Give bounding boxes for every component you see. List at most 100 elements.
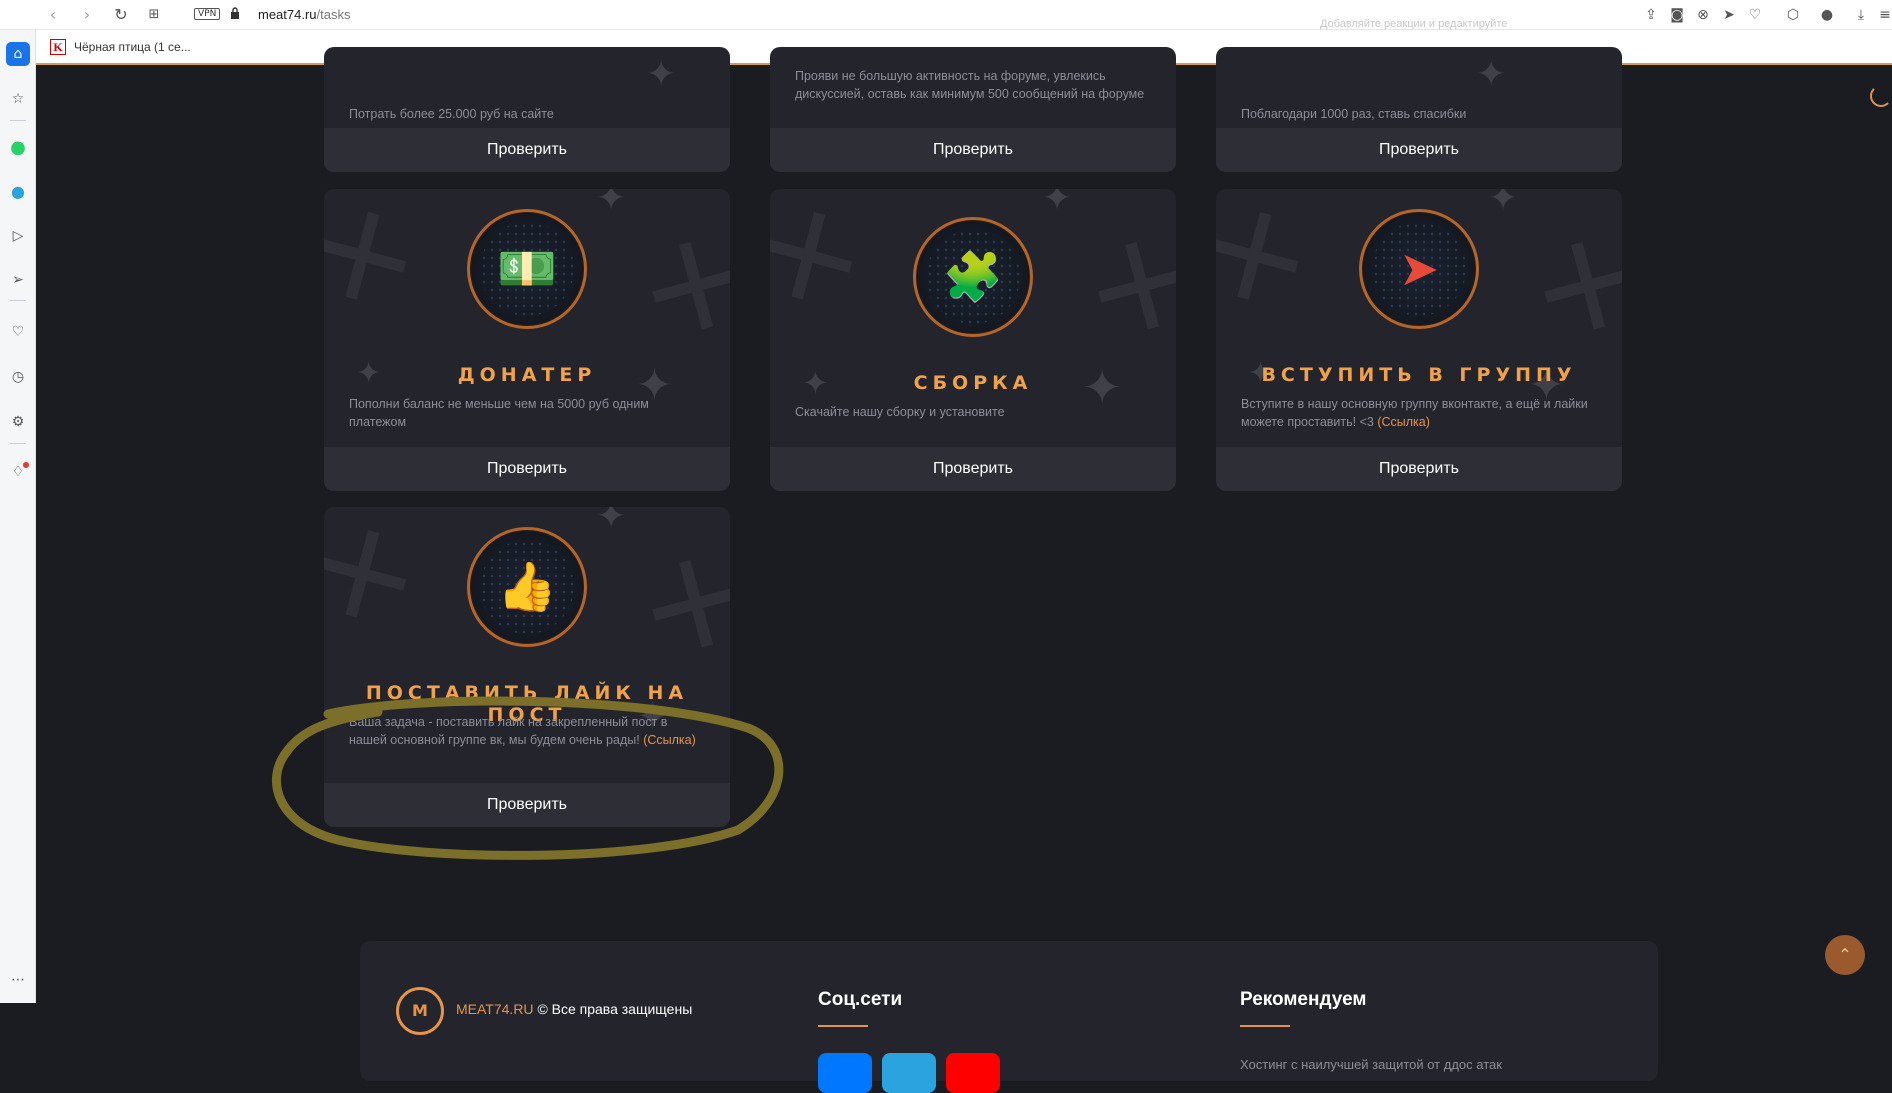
notification-dot <box>23 462 29 468</box>
task-card-build: ✕ ✕ ✦ ✦ ✦ 🧩 СБОРКА Скачайте нашу сборку … <box>770 189 1176 491</box>
heart-icon[interactable]: ♡ <box>1746 6 1764 24</box>
block-icon[interactable]: ⊗ <box>1694 6 1712 24</box>
lightbulb-icon[interactable]: ♢ <box>6 460 30 484</box>
check-button[interactable]: Проверить <box>324 783 730 827</box>
rights-text: © Все права защищены <box>537 1001 693 1017</box>
background-cross-decoration: ✕ <box>616 521 730 692</box>
check-button[interactable]: Проверить <box>324 128 730 172</box>
more-icon[interactable]: ⋯ <box>6 968 30 992</box>
reload-icon[interactable]: ↻ <box>112 6 130 24</box>
check-button[interactable]: Проверить <box>324 447 730 491</box>
lock-icon <box>231 7 239 19</box>
vpn-badge[interactable]: VPN <box>194 8 221 20</box>
send-icon[interactable]: ➤ <box>1720 6 1738 24</box>
telegram-social-icon[interactable] <box>882 1053 936 1093</box>
cube-icon[interactable]: ⬡ <box>1784 6 1802 24</box>
url-host: meat74.ru <box>258 7 317 22</box>
task-description: Ваша задача - поставить лайк на закрепле… <box>349 713 705 749</box>
heading-underline <box>1240 1025 1290 1027</box>
background-cross-decoration: ✕ <box>770 189 889 344</box>
heading-underline <box>818 1025 868 1027</box>
vk-post-link[interactable]: (Ссылка) <box>643 733 696 747</box>
sparkle-decoration: ✦ <box>596 189 627 219</box>
whatsapp-icon[interactable]: ● <box>6 136 30 160</box>
play-icon[interactable]: ▷ <box>6 224 30 248</box>
profile-icon[interactable]: ● <box>1818 6 1836 24</box>
thumbs-up-icon: 👍 <box>497 559 557 615</box>
task-medal: 💵 <box>467 209 587 329</box>
address-bar[interactable]: meat74.ru/tasks <box>258 7 351 22</box>
recommend-heading: Рекомендуем <box>1240 989 1367 1010</box>
task-medal: 🧩 <box>913 217 1033 337</box>
settings-icon[interactable]: ⚙ <box>6 410 30 434</box>
check-button[interactable]: Проверить <box>770 447 1176 491</box>
background-cross-decoration: ✕ <box>616 203 730 374</box>
sidebar-divider <box>10 300 26 301</box>
check-button[interactable]: Проверить <box>1216 447 1622 491</box>
task-description: Пополни баланс не меньше чем на 5000 руб… <box>349 397 649 429</box>
download-icon[interactable]: ⤓ <box>1852 6 1870 24</box>
history-icon[interactable]: ◷ <box>6 365 30 389</box>
url-path: /tasks <box>316 7 351 22</box>
task-card-like-post: ✕ ✕ ✦ ✦ 👍 ПОСТАВИТЬ ЛАЙК НА ПОСТ Ваша за… <box>324 507 730 827</box>
vk-group-link[interactable]: (Ссылка) <box>1377 415 1430 429</box>
task-card-donater: ✕ ✕ ✦ ✦ ✦ 💵 ДОНАТЕР Пополни баланс не ме… <box>324 189 730 491</box>
check-button[interactable]: Проверить <box>770 128 1176 172</box>
sparkle-decoration: ✦ <box>1488 189 1519 219</box>
task-description: Скачайте нашу сборку и установите <box>795 405 1005 419</box>
sidebar-divider <box>10 443 26 444</box>
bookmark-label: Чёрная птица (1 се... <box>74 40 191 54</box>
share-icon[interactable]: ⇪ <box>1642 6 1660 24</box>
task-title: ВСТУПИТЬ В ГРУППУ <box>1261 364 1577 386</box>
vk-icon[interactable] <box>818 1053 872 1093</box>
recommend-text[interactable]: Хостинг с наилучшей защитой от ддос атак <box>1240 1057 1502 1072</box>
tasks-page: ✦ Потрать более 25.000 руб на сайте Пров… <box>36 47 1892 1093</box>
home-icon[interactable]: ⌂ <box>6 42 30 66</box>
task-card: ✦ Поблагодари 1000 раз, ставь спасибки П… <box>1216 47 1622 172</box>
browser-sidebar: ⌂ ☆ ● ● ▷ ➢ ♡ ◷ ⚙ ♢ ⋯ <box>0 30 36 1003</box>
task-description: Потрать более 25.000 руб на сайте <box>349 107 554 121</box>
sparkle-decoration: ✦ <box>1476 54 1507 95</box>
bookmark-favicon-icon: K <box>50 39 66 55</box>
sparkle-decoration: ✦ <box>1042 189 1073 219</box>
copyright: MEAT74.RU © Все права защищены <box>456 1001 692 1017</box>
task-description: Поблагодари 1000 раз, ставь спасибки <box>1241 107 1467 121</box>
forward-icon[interactable]: › <box>78 6 96 24</box>
star-icon[interactable]: ☆ <box>6 87 30 111</box>
money-icon: 💵 <box>497 241 557 297</box>
task-description: Вступите в нашу основную группу вконтакт… <box>1241 395 1597 431</box>
youtube-icon[interactable] <box>946 1053 1000 1093</box>
send-sidebar-icon[interactable]: ➢ <box>6 268 30 292</box>
task-card: Прояви не большую активность на форуме, … <box>770 47 1176 172</box>
site-logo[interactable]: M <box>396 987 444 1035</box>
sparkle-decoration: ✦ <box>646 54 677 95</box>
task-description-text: Ваша задача - поставить лайк на закрепле… <box>349 715 668 747</box>
telegram-icon[interactable]: ● <box>6 180 30 204</box>
background-cross-decoration: ✕ <box>324 507 443 662</box>
task-title: СБОРКА <box>913 372 1033 394</box>
check-button[interactable]: Проверить <box>1216 128 1622 172</box>
arrow-pointer-icon: ➤ <box>1398 241 1440 297</box>
bookmark-item[interactable]: K Чёрная птица (1 се... <box>50 39 191 55</box>
task-title: ДОНАТЕР <box>457 364 597 386</box>
task-medal: ➤ <box>1359 209 1479 329</box>
sidebar-divider <box>10 120 26 121</box>
social-heading: Соц.сети <box>818 989 903 1010</box>
background-cross-decoration: ✕ <box>324 189 443 344</box>
notification-ghost-text: Добавляйте реакции и редактируйте <box>1320 18 1508 30</box>
brand-name[interactable]: MEAT74.RU <box>456 1001 534 1017</box>
tabs-grid-icon[interactable]: ⊞ <box>145 6 163 24</box>
background-cross-decoration: ✕ <box>1508 203 1622 374</box>
puzzle-icon: 🧩 <box>943 249 1003 305</box>
background-cross-decoration: ✕ <box>1216 189 1335 344</box>
sparkle-decoration: ✦ <box>596 507 627 537</box>
heart-sidebar-icon[interactable]: ♡ <box>6 320 30 344</box>
task-card: ✦ Потрать более 25.000 руб на сайте Пров… <box>324 47 730 172</box>
background-cross-decoration: ✕ <box>1062 203 1176 374</box>
camera-icon[interactable]: ◙ <box>1668 6 1686 24</box>
site-footer: M MEAT74.RU © Все права защищены Соц.сет… <box>360 941 1658 1093</box>
back-icon[interactable]: ‹ <box>44 6 62 24</box>
menu-icon[interactable]: ≡ <box>1876 6 1892 24</box>
scroll-to-top-button[interactable]: ⌃ <box>1825 935 1865 975</box>
loading-spinner <box>1870 85 1892 107</box>
